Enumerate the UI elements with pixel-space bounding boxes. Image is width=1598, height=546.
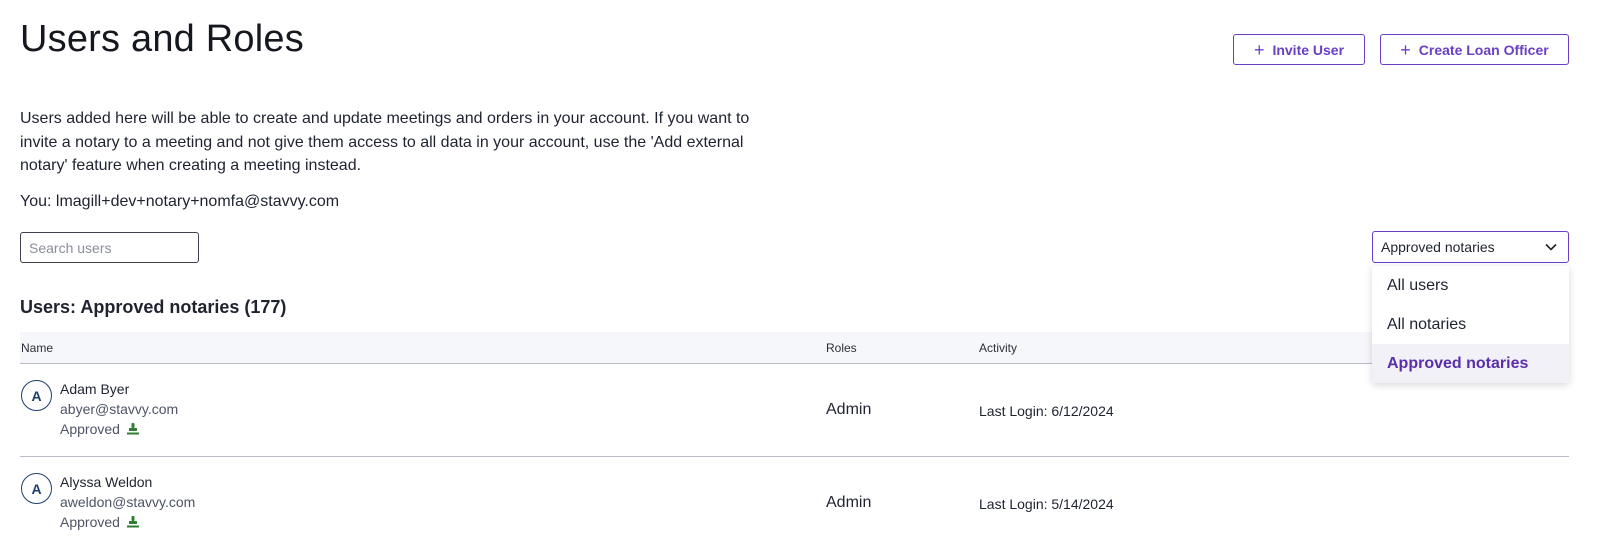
user-activity: Last Login: 5/14/2024 (979, 496, 1114, 512)
filter-dropdown-menu: All users All notaries Approved notaries (1372, 266, 1569, 383)
user-email: aweldon@stavvy.com (60, 494, 196, 510)
avatar: A (21, 380, 52, 411)
chevron-down-icon (1545, 243, 1557, 251)
invite-user-button[interactable]: + Invite User (1233, 34, 1365, 65)
page-title: Users and Roles (20, 18, 304, 60)
user-name: Alyssa Weldon (60, 474, 153, 490)
user-role: Admin (826, 494, 872, 511)
invite-user-label: Invite User (1272, 41, 1345, 58)
notary-stamp-icon (126, 516, 139, 528)
user-filter-select[interactable]: Approved notaries (1372, 231, 1569, 263)
avatar: A (21, 473, 52, 504)
column-header-name: Name (21, 341, 54, 355)
table-row[interactable]: A Alyssa Weldon aweldon@stavvy.com Appro… (20, 457, 1569, 546)
table-row[interactable]: A Adam Byer abyer@stavvy.com Approved Ad… (20, 364, 1569, 457)
page-description: Users added here will be able to create … (20, 110, 750, 174)
plus-icon: + (1400, 39, 1411, 60)
user-status: Approved (60, 421, 140, 437)
column-header-activity: Activity (979, 341, 1018, 355)
current-user-email: You: lmagill+dev+notary+nomfa@stavvy.com (20, 193, 340, 210)
filter-option-all-notaries[interactable]: All notaries (1372, 305, 1569, 344)
user-activity: Last Login: 6/12/2024 (979, 403, 1114, 419)
create-loan-officer-label: Create Loan Officer (1418, 41, 1549, 58)
column-header-roles: Roles (826, 341, 857, 355)
status-label: Approved (60, 514, 120, 530)
users-count-heading: Users: Approved notaries (177) (20, 297, 287, 317)
filter-selected-value: Approved notaries (1381, 239, 1495, 255)
notary-stamp-icon (126, 423, 139, 435)
users-table-header: Name Roles Activity (20, 332, 1569, 364)
plus-icon: + (1253, 39, 1265, 60)
search-users-input[interactable] (20, 232, 199, 263)
filter-option-approved-notaries[interactable]: Approved notaries (1372, 344, 1569, 383)
user-status: Approved (60, 514, 140, 530)
create-loan-officer-button[interactable]: + Create Loan Officer (1380, 34, 1569, 65)
status-label: Approved (60, 421, 120, 437)
user-name: Adam Byer (60, 381, 130, 397)
user-role: Admin (826, 401, 872, 418)
filter-option-all-users[interactable]: All users (1372, 266, 1569, 305)
user-email: abyer@stavvy.com (60, 401, 179, 417)
